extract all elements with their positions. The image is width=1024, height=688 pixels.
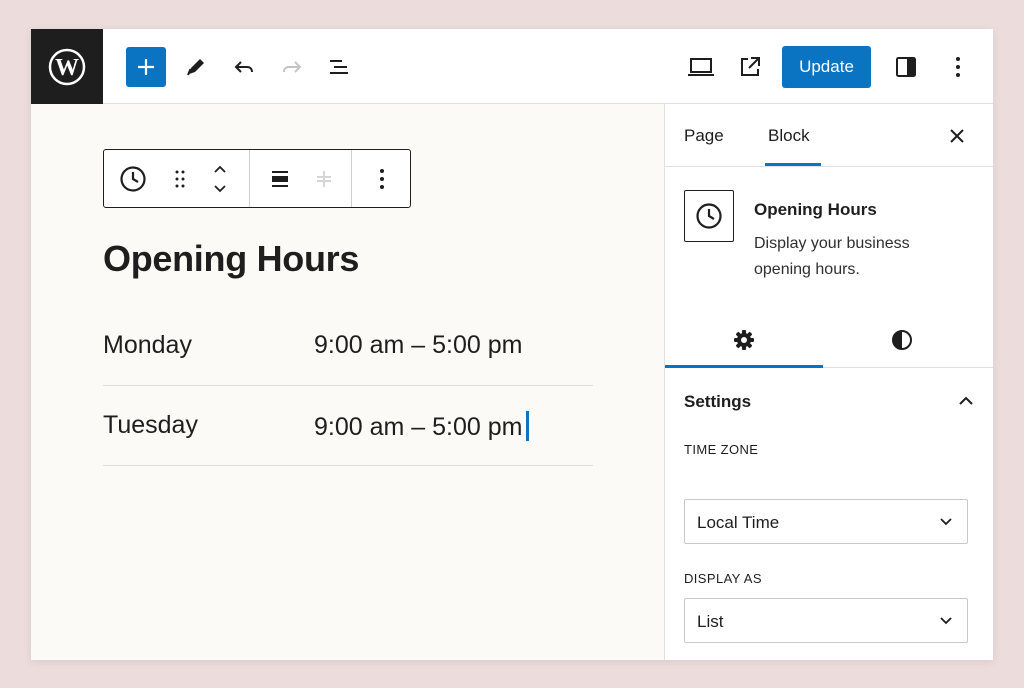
chevron-down-icon [940, 518, 952, 526]
block-toolbar [103, 149, 411, 208]
external-link-icon [741, 57, 760, 76]
move-up-down-buttons[interactable] [200, 150, 240, 207]
toolbar-divider [249, 150, 250, 207]
block-options-button[interactable] [354, 150, 410, 207]
justify-icon [317, 170, 331, 187]
list-view-icon [330, 60, 348, 74]
settings-panel-toggle[interactable]: Settings [684, 392, 974, 414]
day-label: Tuesday [103, 411, 198, 439]
drag-handle[interactable] [162, 150, 198, 207]
hours-row-monday[interactable]: Monday 9:00 am – 5:00 pm [103, 306, 593, 386]
settings-sidebar: Page Block Opening Hours Display your bu… [664, 104, 993, 660]
time-zone-label: TIME ZONE [684, 442, 759, 457]
more-vertical-icon [380, 168, 384, 189]
sidebar-tabs: Page Block [665, 104, 993, 167]
clock-icon [696, 203, 722, 229]
sidebar-toggle-icon [896, 57, 916, 77]
clock-icon [120, 165, 146, 192]
align-icon [272, 170, 288, 187]
preview-button[interactable] [681, 47, 721, 87]
settings-toggle-button[interactable] [886, 47, 926, 87]
redo-button[interactable] [272, 47, 312, 87]
close-icon [950, 129, 964, 143]
align-button[interactable] [256, 150, 304, 207]
time-zone-value: Local Time [697, 513, 780, 532]
more-vertical-icon [956, 57, 960, 77]
tab-settings[interactable] [665, 312, 823, 368]
active-subtab-indicator [665, 365, 823, 368]
block-card-icon-box [684, 190, 734, 242]
tab-styles[interactable] [823, 312, 981, 368]
editor-header: W Update [31, 29, 993, 104]
justify-button[interactable] [304, 150, 344, 207]
display-as-label: DISPLAY AS [684, 571, 762, 586]
block-card-description: Display your business opening hours. [754, 235, 910, 278]
chevron-down-icon [940, 617, 952, 625]
text-cursor [526, 411, 530, 441]
wordpress-logo-icon[interactable]: W [31, 29, 103, 104]
options-button[interactable] [938, 47, 978, 87]
add-block-button[interactable] [126, 47, 166, 87]
update-button[interactable]: Update [782, 46, 871, 88]
active-tab-indicator [765, 163, 821, 166]
plus-icon [138, 59, 154, 75]
drag-handle-icon [175, 170, 185, 187]
block-heading[interactable]: Opening Hours [103, 238, 359, 280]
block-card-title: Opening Hours [754, 200, 877, 219]
time-zone-select[interactable]: Local Time [684, 499, 968, 544]
tab-page[interactable]: Page [684, 126, 724, 146]
styles-contrast-icon [892, 330, 912, 350]
day-label: Monday [103, 331, 192, 359]
editor-window: W Update Opening Hours Monday 9:00 am – … [31, 29, 993, 660]
toolbar-divider [351, 150, 352, 207]
settings-gear-icon [734, 330, 754, 350]
undo-icon [234, 61, 253, 73]
document-overview-button[interactable] [319, 47, 359, 87]
pencil-icon [187, 59, 204, 76]
hours-value: 9:00 am – 5:00 pm [314, 331, 523, 359]
block-type-button[interactable] [104, 150, 162, 207]
display-as-value: List [697, 612, 724, 631]
editor-canvas[interactable]: Opening Hours Monday 9:00 am – 5:00 pm T… [31, 104, 664, 660]
display-as-select[interactable]: List [684, 598, 968, 643]
hours-row-tuesday[interactable]: Tuesday 9:00 am – 5:00 pm [103, 386, 593, 466]
move-up-down-icon [214, 165, 226, 192]
laptop-icon [688, 58, 714, 76]
close-sidebar-button[interactable] [944, 123, 970, 149]
hours-value: 9:00 am – 5:00 pm [314, 413, 523, 441]
hours-value-wrap: 9:00 am – 5:00 pm [314, 411, 530, 442]
tools-button[interactable] [176, 47, 216, 87]
undo-button[interactable] [224, 47, 264, 87]
view-page-button[interactable] [730, 47, 770, 87]
redo-icon [283, 61, 302, 73]
svg-text:W: W [55, 55, 79, 81]
inspector-tabs [665, 312, 993, 368]
chevron-up-icon [959, 396, 973, 405]
tab-block[interactable]: Block [768, 126, 810, 146]
panel-title: Settings [684, 392, 752, 411]
